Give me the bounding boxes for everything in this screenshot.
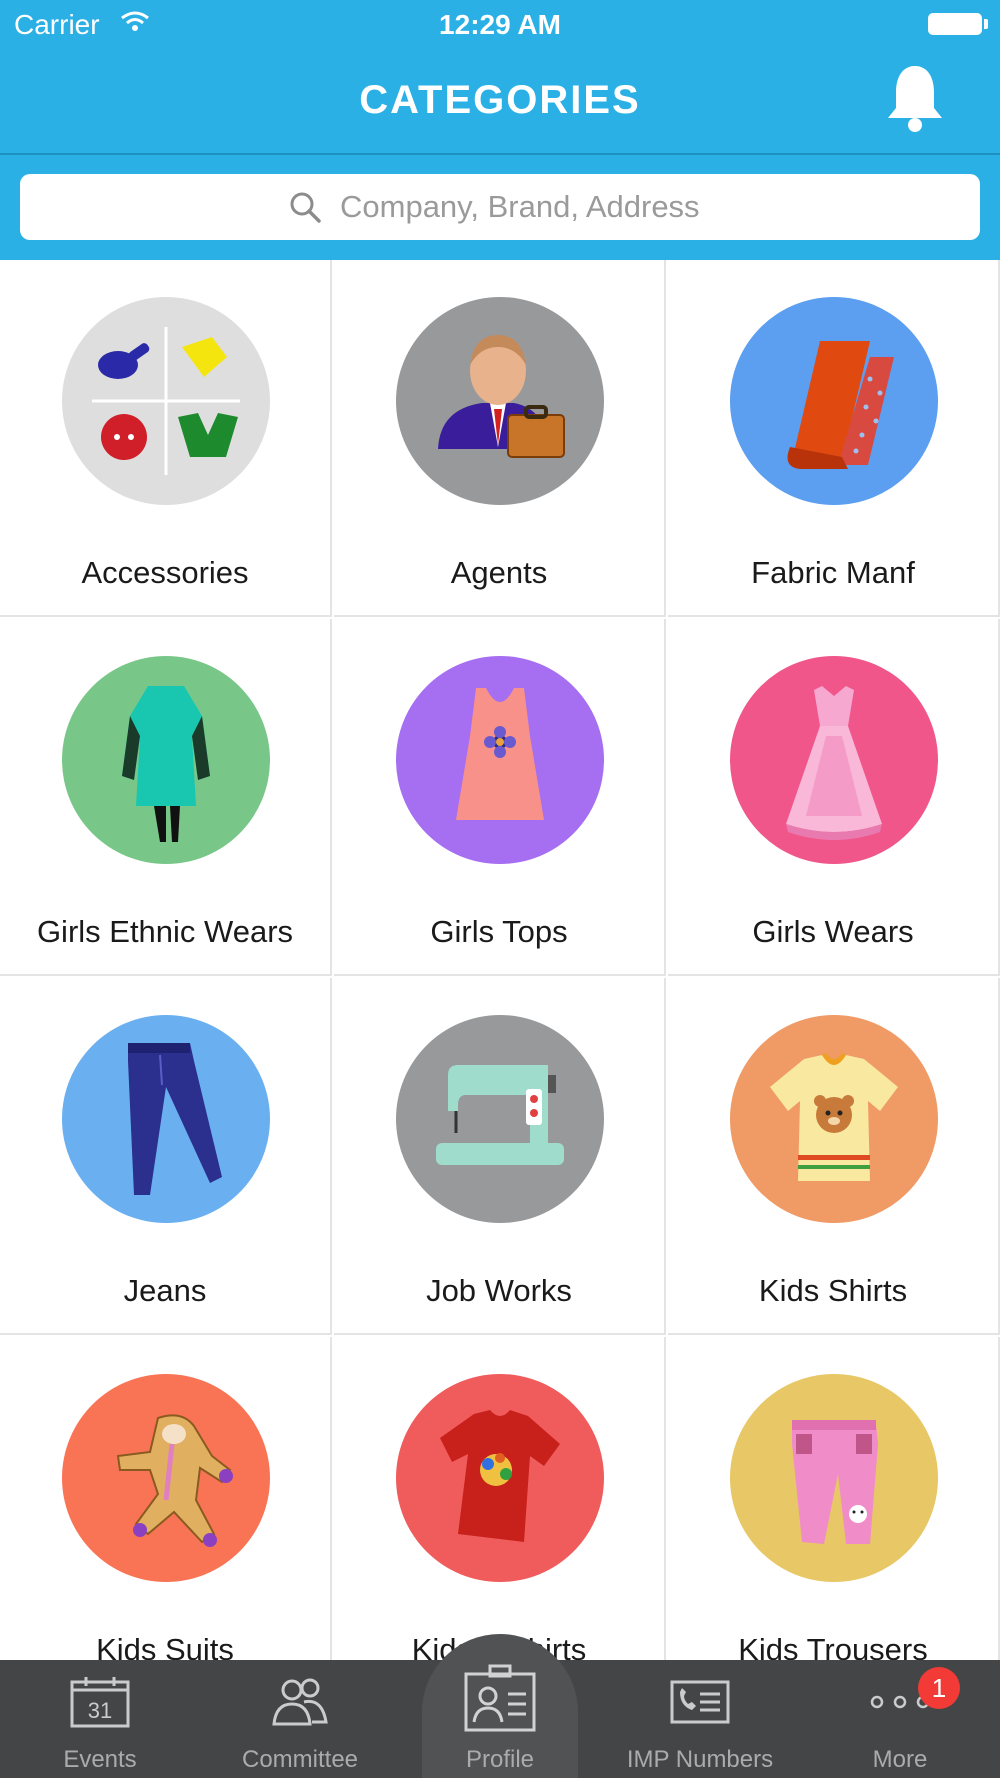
category-label: Job Works (426, 1273, 572, 1308)
search-input[interactable]: Company, Brand, Address (20, 174, 980, 240)
phone-card-icon (670, 1680, 730, 1724)
search-placeholder: Company, Brand, Address (340, 189, 700, 224)
category-label: Girls Wears (752, 914, 914, 949)
gown-icon (730, 656, 938, 864)
search-icon (290, 192, 321, 223)
battery-tip (984, 19, 988, 29)
status-bar: Carrier 12:29 AM (0, 0, 1000, 50)
tab-label: More (872, 1746, 928, 1773)
fabric-icon (730, 297, 938, 505)
tab-label: Profile (465, 1746, 535, 1773)
tab-profile[interactable]: Profile (422, 1634, 578, 1778)
category-label: Kids Suits (96, 1632, 234, 1660)
notification-badge: 1 (918, 1667, 960, 1709)
ethnic-dress-icon (62, 656, 270, 864)
tab-label: IMP Numbers (626, 1746, 774, 1773)
category-fabric-manf[interactable]: Fabric Manf (668, 260, 1000, 617)
category-label: Agents (450, 555, 548, 590)
category-label: Kids Trousers (738, 1632, 928, 1660)
category-girls-ethnic-wears[interactable]: Girls Ethnic Wears (0, 619, 332, 976)
category-label: Girls Ethnic Wears (36, 914, 294, 949)
tab-label: Committee (241, 1746, 359, 1773)
status-time: 12:29 AM (439, 9, 561, 40)
calendar-icon: 31 (70, 1677, 130, 1728)
category-label: Jeans (123, 1273, 207, 1308)
category-accessories[interactable]: Accessories (0, 260, 332, 617)
bell-icon[interactable] (880, 62, 950, 134)
kids-shirt-icon (730, 1015, 938, 1223)
profile-card-icon (464, 1664, 536, 1732)
tab-label: Events (63, 1746, 137, 1773)
category-kids-trousers[interactable]: Kids Trousers (668, 1337, 1000, 1660)
category-jeans[interactable]: Jeans (0, 978, 332, 1335)
tab-events[interactable]: 31 Events (0, 1660, 200, 1778)
header-bar: Carrier 12:29 AM CATEGORIES Company, Bra… (0, 0, 1000, 260)
header-divider (0, 153, 1000, 155)
kids-tshirt-icon (396, 1374, 604, 1582)
tab-imp-numbers[interactable]: IMP Numbers (600, 1660, 800, 1778)
group-icon (272, 1678, 328, 1726)
category-grid: Accessories Agents Fabric Manf Girls Eth… (0, 260, 1000, 1660)
category-label: Girls Tops (430, 914, 568, 949)
category-label: Accessories (81, 555, 249, 590)
accessories-icon (62, 297, 270, 505)
category-agents[interactable]: Agents (334, 260, 666, 617)
jeans-icon (62, 1015, 270, 1223)
category-girls-tops[interactable]: Girls Tops (334, 619, 666, 976)
category-job-works[interactable]: Job Works (334, 978, 666, 1335)
sewing-machine-icon (396, 1015, 604, 1223)
agent-icon (396, 297, 604, 505)
category-label: Fabric Manf (751, 555, 915, 590)
battery-icon (928, 13, 982, 35)
category-label: Kids Shirts (758, 1273, 908, 1308)
kids-suit-icon (62, 1374, 270, 1582)
category-kids-suits[interactable]: Kids Suits (0, 1337, 332, 1660)
tab-more[interactable]: More (800, 1660, 1000, 1778)
top-icon (396, 656, 604, 864)
category-kids-t-shirts[interactable]: Kids T Shirts (334, 1337, 666, 1660)
category-girls-wears[interactable]: Girls Wears (668, 619, 1000, 976)
calendar-day: 31 (88, 1698, 112, 1723)
kids-trousers-icon (730, 1374, 938, 1582)
category-kids-shirts[interactable]: Kids Shirts (668, 978, 1000, 1335)
page-title: CATEGORIES (359, 78, 641, 122)
tab-committee[interactable]: Committee (200, 1660, 400, 1778)
